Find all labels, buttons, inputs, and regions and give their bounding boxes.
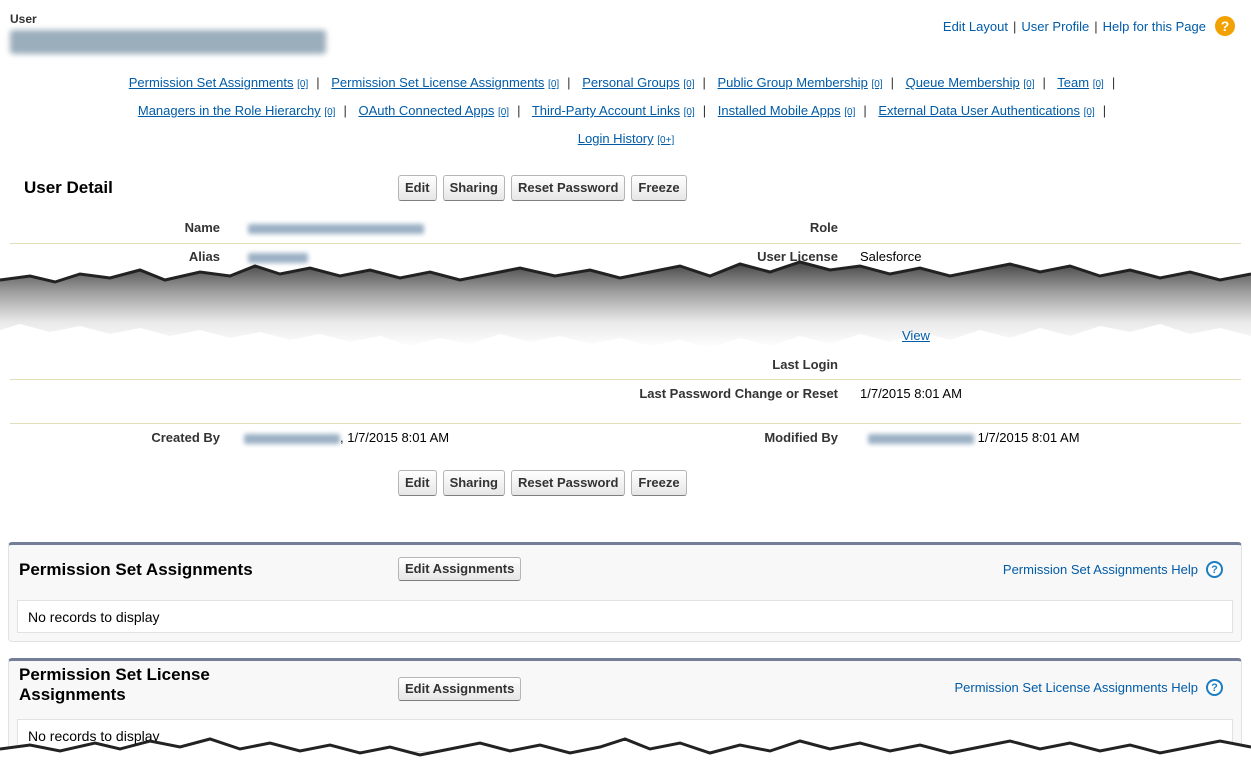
view-link[interactable]: View bbox=[902, 328, 930, 343]
edit-button-bottom[interactable]: Edit bbox=[398, 470, 437, 496]
help-circle-icon[interactable]: ? bbox=[1215, 16, 1235, 36]
created-by-user-link[interactable] bbox=[244, 433, 340, 444]
header-links: Edit Layout | User Profile | Help for th… bbox=[943, 16, 1235, 36]
torn-page-bottom bbox=[0, 737, 1251, 777]
rl-link-login-history[interactable]: Login History [0+] bbox=[578, 131, 674, 146]
help-question-icon[interactable]: ? bbox=[1206, 679, 1223, 696]
rl-link-team[interactable]: Team [0] bbox=[1057, 75, 1104, 90]
rl-link-permission-set-license-assignments[interactable]: Permission Set License Assignments [0] bbox=[331, 75, 559, 90]
empty-records-message: No records to display bbox=[17, 600, 1233, 633]
rl-link-public-group-membership[interactable]: Public Group Membership [0] bbox=[718, 75, 883, 90]
related-list-links: Permission Set Assignments [0] | Permissi… bbox=[128, 75, 1116, 146]
edit-assignments-button[interactable]: Edit Assignments bbox=[398, 677, 522, 701]
edit-layout-link[interactable]: Edit Layout bbox=[943, 19, 1008, 34]
modified-by-value: 1/7/2015 8:01 AM bbox=[868, 430, 1080, 445]
detail-row-created-modified: Created By , 1/7/2015 8:01 AM Modified B… bbox=[10, 424, 1241, 460]
name-label: Name bbox=[184, 220, 220, 235]
created-by-label: Created By bbox=[151, 430, 220, 445]
last-password-change-label: Last Password Change or Reset bbox=[639, 386, 838, 401]
detail-row-last-login: Last Login bbox=[10, 350, 1241, 380]
rl-link-managers-role-hierarchy[interactable]: Managers in the Role Hierarchy [0] bbox=[138, 103, 336, 118]
edit-button[interactable]: Edit bbox=[398, 175, 437, 201]
reset-password-button-bottom[interactable]: Reset Password bbox=[510, 470, 626, 496]
rl-link-oauth-connected-apps[interactable]: OAuth Connected Apps [0] bbox=[358, 103, 509, 118]
help-question-icon[interactable]: ? bbox=[1206, 561, 1223, 578]
freeze-button[interactable]: Freeze bbox=[631, 175, 687, 201]
detail-bottom-buttons: Edit Sharing Reset Password Freeze bbox=[398, 470, 687, 496]
reset-password-button[interactable]: Reset Password bbox=[510, 175, 626, 201]
name-value-redacted bbox=[248, 220, 424, 235]
rl-link-queue-membership[interactable]: Queue Membership [0] bbox=[906, 75, 1035, 90]
rl-link-personal-groups[interactable]: Personal Groups [0] bbox=[582, 75, 694, 90]
role-label: Role bbox=[809, 220, 838, 235]
rl-link-permission-set-assignments[interactable]: Permission Set Assignments [0] bbox=[129, 75, 308, 90]
related-list-help[interactable]: Permission Set Assignments Help ? bbox=[1003, 561, 1223, 578]
user-detail-page: User Edit Layout | User Profile | Help f… bbox=[0, 0, 1251, 777]
sharing-button[interactable]: Sharing bbox=[442, 175, 505, 201]
rl-link-external-data-user-auth[interactable]: External Data User Authentications [0] bbox=[878, 103, 1094, 118]
user-name-redacted bbox=[10, 30, 326, 54]
detail-row-name: Name Role bbox=[10, 212, 1241, 244]
detail-row-last-password: Last Password Change or Reset 1/7/2015 8… bbox=[10, 380, 1241, 424]
last-password-change-value: 1/7/2015 8:01 AM bbox=[860, 386, 962, 401]
user-detail-title: User Detail bbox=[24, 178, 113, 197]
object-type-label: User bbox=[10, 12, 37, 26]
related-list-title: Permission Set License Assignments bbox=[19, 665, 210, 704]
created-by-value: , 1/7/2015 8:01 AM bbox=[244, 430, 449, 445]
freeze-button-bottom[interactable]: Freeze bbox=[631, 470, 687, 496]
detail-row-partial: View bbox=[10, 326, 1241, 350]
related-list-title: Permission Set Assignments bbox=[19, 560, 253, 579]
modified-by-user-link[interactable] bbox=[868, 433, 974, 444]
help-page-link[interactable]: Help for this Page bbox=[1103, 19, 1206, 34]
related-list-help[interactable]: Permission Set License Assignments Help … bbox=[954, 679, 1223, 696]
detail-top-buttons: Edit Sharing Reset Password Freeze bbox=[398, 175, 687, 201]
last-login-label: Last Login bbox=[772, 357, 838, 372]
related-list-permission-set-assignments: Permission Set Assignments Edit Assignme… bbox=[8, 542, 1242, 642]
user-profile-link[interactable]: User Profile bbox=[1021, 19, 1089, 34]
rl-link-third-party-account-links[interactable]: Third-Party Account Links [0] bbox=[532, 103, 695, 118]
rl-link-installed-mobile-apps[interactable]: Installed Mobile Apps [0] bbox=[718, 103, 856, 118]
edit-assignments-button[interactable]: Edit Assignments bbox=[398, 557, 522, 581]
modified-by-label: Modified By bbox=[764, 430, 838, 445]
sharing-button-bottom[interactable]: Sharing bbox=[442, 470, 505, 496]
